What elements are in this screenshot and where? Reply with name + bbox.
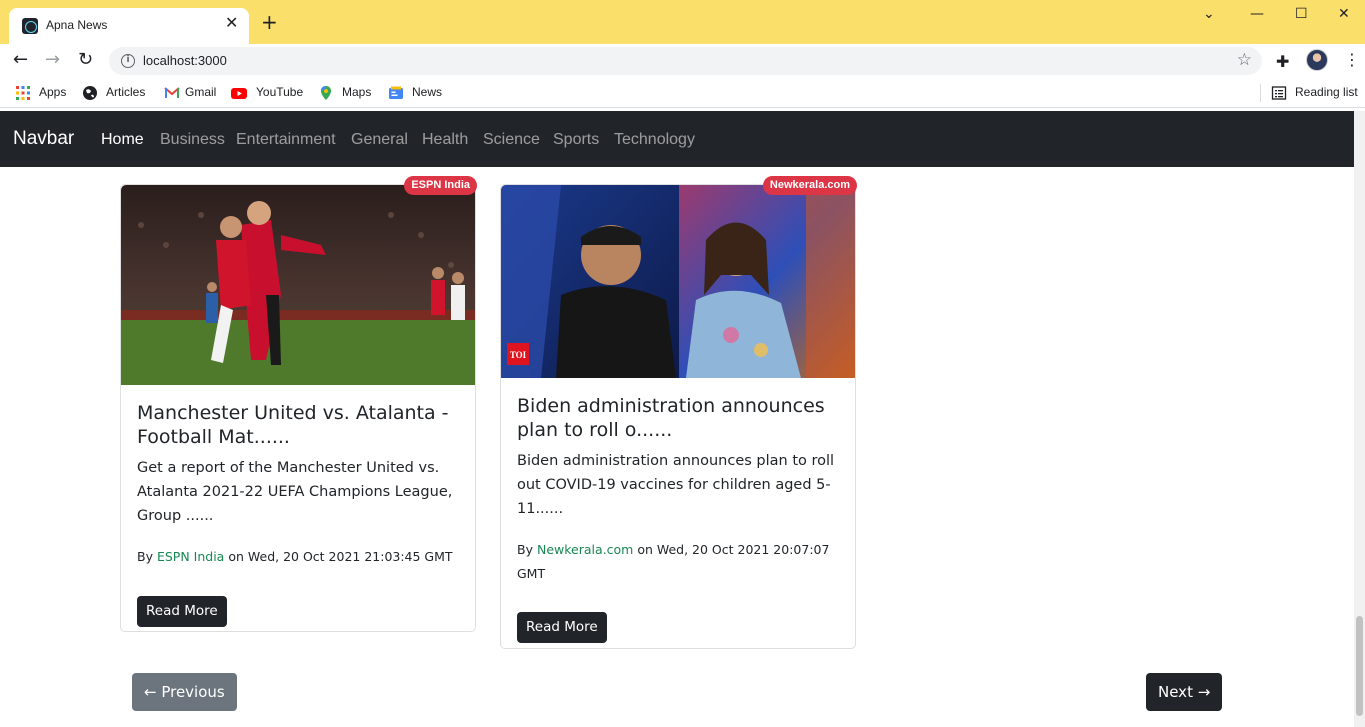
card-title-line: Football Mat......: [137, 426, 290, 448]
nav-link-technology[interactable]: Technology: [614, 131, 695, 149]
byline-date: on Wed, 20 Oct 2021 21:03:45 GMT: [228, 549, 453, 564]
nav-link-general[interactable]: General: [351, 131, 408, 149]
card-description: Get a report of the Manchester United vs…: [137, 456, 452, 528]
byline-source: Newkerala.com: [536, 542, 634, 557]
navbar-brand[interactable]: Navbar: [13, 128, 74, 150]
card-description-line: out COVID-19 vaccines for children aged …: [517, 477, 831, 493]
bookmark-gmail[interactable]: Gmail: [185, 85, 216, 99]
profile-avatar[interactable]: [1306, 49, 1328, 71]
reading-list[interactable]: Reading list: [1295, 85, 1358, 99]
reload-icon[interactable]: ↻: [78, 49, 93, 71]
next-button[interactable]: Next →: [1146, 673, 1223, 711]
card-description-line: Get a report of the Manchester United vs…: [137, 460, 440, 476]
maximize-icon[interactable]: ☐: [1295, 6, 1308, 22]
card-title: Biden administration announces plan to r…: [517, 394, 825, 442]
byline-date: on Wed, 20 Oct 2021 20:07:07: [637, 542, 830, 557]
globe-icon: [83, 86, 97, 100]
card-byline: By ESPN India on Wed, 20 Oct 2021 21:03:…: [137, 545, 453, 569]
page-viewport: Navbar Home Business Entertainment Gener…: [0, 111, 1365, 727]
tab-title: Apna News: [46, 18, 108, 32]
news-image-football: [121, 185, 475, 385]
page-scrollbar[interactable]: [1354, 111, 1365, 727]
reading-list-icon: [1271, 86, 1287, 100]
nav-link-health[interactable]: Health: [422, 131, 468, 149]
byline-by: By: [517, 542, 533, 557]
back-arrow-icon[interactable]: ←: [13, 49, 28, 71]
window-close-icon[interactable]: ✕: [1338, 6, 1350, 22]
source-badge: ESPN India: [404, 176, 477, 195]
byline-by: By: [137, 549, 153, 564]
browser-tab[interactable]: Apna News ✕: [9, 8, 249, 44]
read-more-button[interactable]: Read More: [137, 596, 227, 627]
card-title-line: plan to roll o......: [517, 419, 673, 441]
maps-pin-icon: [321, 86, 331, 100]
google-news-icon: [389, 86, 403, 99]
bookmark-maps[interactable]: Maps: [342, 85, 371, 99]
card-title: Manchester United vs. Atalanta - Footbal…: [137, 401, 449, 449]
toi-logo: TOI: [510, 350, 527, 360]
gmail-icon: [164, 87, 180, 98]
scrollbar-thumb[interactable]: [1356, 616, 1363, 716]
nav-link-business[interactable]: Business: [160, 131, 225, 149]
chrome-menu-icon[interactable]: ⋮: [1344, 50, 1360, 69]
read-more-button[interactable]: Read More: [517, 612, 607, 643]
youtube-icon: [231, 88, 247, 99]
news-card: ESPN India Manchester United vs. Atalant…: [120, 176, 477, 632]
site-info-icon[interactable]: i: [121, 54, 135, 68]
card-description-line: Biden administration announces plan to r…: [517, 453, 835, 469]
card-title-line: Biden administration announces: [517, 395, 825, 417]
news-card: TOI Newkerala.com Biden administration a…: [500, 176, 857, 649]
bookmark-youtube[interactable]: YouTube: [256, 85, 303, 99]
card-byline: By Newkerala.com on Wed, 20 Oct 2021 20:…: [517, 538, 837, 586]
bookmark-articles[interactable]: Articles: [106, 85, 145, 99]
news-image-bigg-boss: TOI: [501, 185, 855, 378]
browser-tab-strip: Apna News ✕ + ⌄ — ☐ ✕: [0, 0, 1365, 44]
extensions-puzzle-icon[interactable]: ✚: [1276, 52, 1289, 71]
close-icon[interactable]: ✕: [225, 15, 238, 31]
nav-link-science[interactable]: Science: [483, 131, 540, 149]
nav-link-entertainment[interactable]: Entertainment: [236, 131, 336, 149]
address-bar[interactable]: i localhost:3000 ☆: [109, 47, 1262, 75]
card-title-line: Manchester United vs. Atalanta -: [137, 402, 449, 424]
bookmark-star-icon[interactable]: ☆: [1237, 50, 1252, 70]
source-badge: Newkerala.com: [762, 176, 857, 195]
byline-source: ESPN India: [156, 549, 225, 564]
nav-link-sports[interactable]: Sports: [553, 131, 599, 149]
card-description: Biden administration announces plan to r…: [517, 449, 834, 521]
bookmarks-bar: Apps Articles Gmail YouTube Maps News Re…: [0, 78, 1365, 108]
apps-grid-icon: [16, 86, 30, 100]
nav-link-home[interactable]: Home: [101, 131, 144, 149]
minimize-icon[interactable]: —: [1250, 6, 1264, 22]
bookmarks-separator: [1260, 84, 1261, 102]
byline-date-cont: GMT: [517, 566, 546, 581]
forward-arrow-icon[interactable]: →: [45, 49, 60, 71]
card-description-line: Group ......: [137, 508, 214, 524]
card-description-line: Atalanta 2021-22 UEFA Champions League,: [137, 484, 453, 500]
new-tab-plus-icon[interactable]: +: [261, 12, 278, 32]
tab-search-chevron-icon[interactable]: ⌄: [1203, 6, 1215, 22]
previous-button[interactable]: ← Previous: [132, 673, 237, 711]
url-text[interactable]: localhost:3000: [143, 53, 227, 68]
site-navbar: Navbar Home Business Entertainment Gener…: [0, 111, 1365, 167]
bookmark-apps[interactable]: Apps: [39, 85, 66, 99]
browser-toolbar: ← → ↻ i localhost:3000 ☆ ✚ ⋮: [0, 44, 1365, 78]
bookmark-news[interactable]: News: [412, 85, 442, 99]
react-favicon-icon: [22, 18, 38, 34]
card-description-line: 11......: [517, 501, 564, 517]
